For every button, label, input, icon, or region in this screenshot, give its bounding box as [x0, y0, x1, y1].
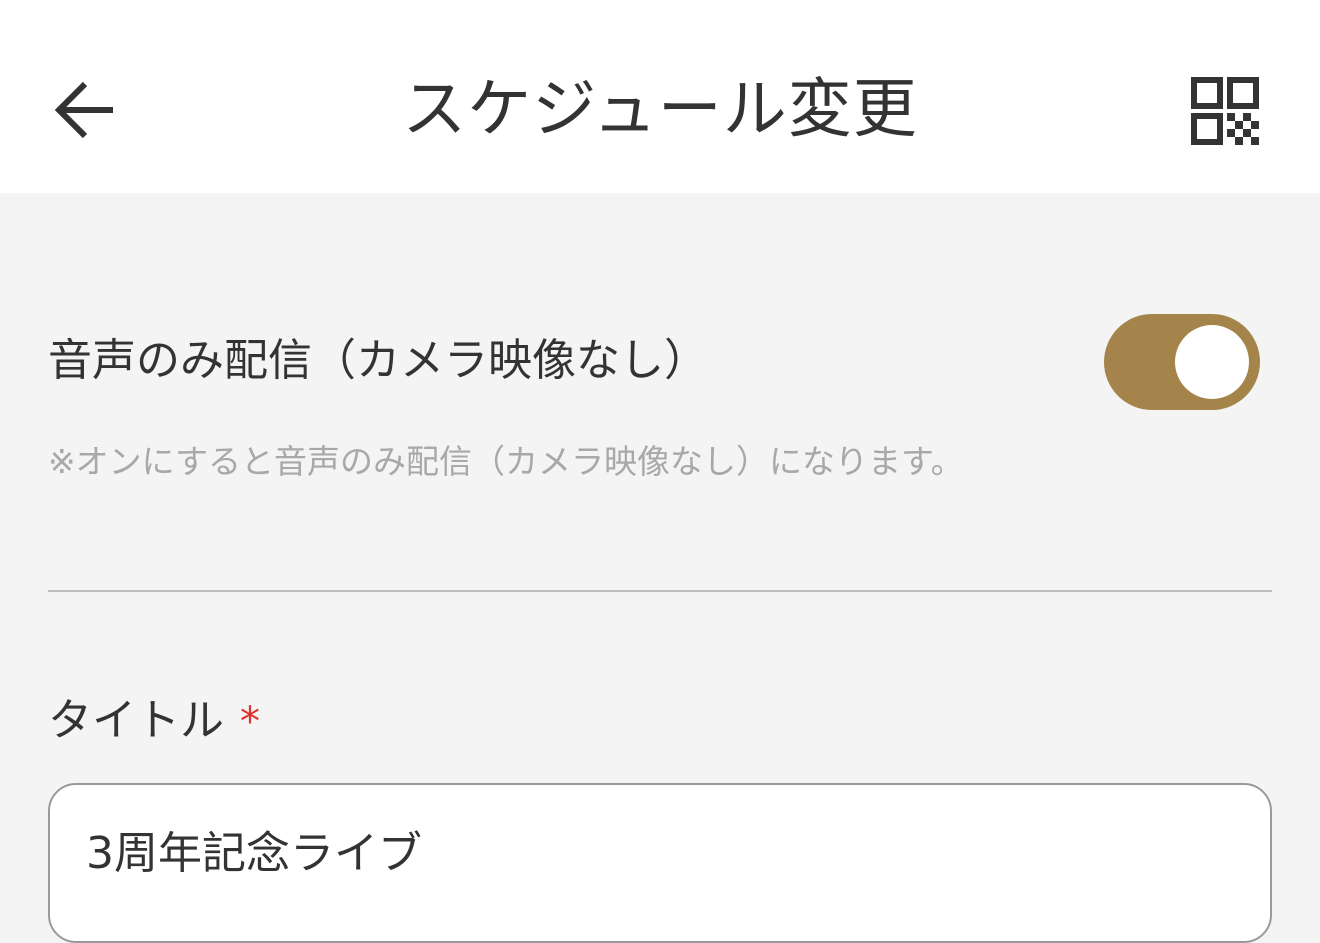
divider [48, 590, 1272, 592]
app-header: スケジュール変更 [0, 0, 1320, 193]
toggle-knob [1175, 325, 1249, 399]
audio-only-label: 音声のみ配信（カメラ映像なし） [48, 335, 708, 386]
title-field-label: タイトル * [48, 693, 260, 750]
qr-code-icon [1191, 77, 1259, 145]
page-title: スケジュール変更 [402, 73, 918, 147]
title-input[interactable] [48, 783, 1272, 943]
audio-only-toggle[interactable] [1104, 314, 1260, 410]
audio-only-note: ※オンにすると音声のみ配信（カメラ映像なし）になります。 [48, 442, 964, 481]
qr-code-button[interactable] [1180, 66, 1270, 156]
required-mark: * [240, 699, 260, 745]
title-label-text: タイトル [48, 695, 224, 746]
arrow-left-icon [54, 81, 113, 139]
back-button[interactable] [40, 65, 130, 155]
